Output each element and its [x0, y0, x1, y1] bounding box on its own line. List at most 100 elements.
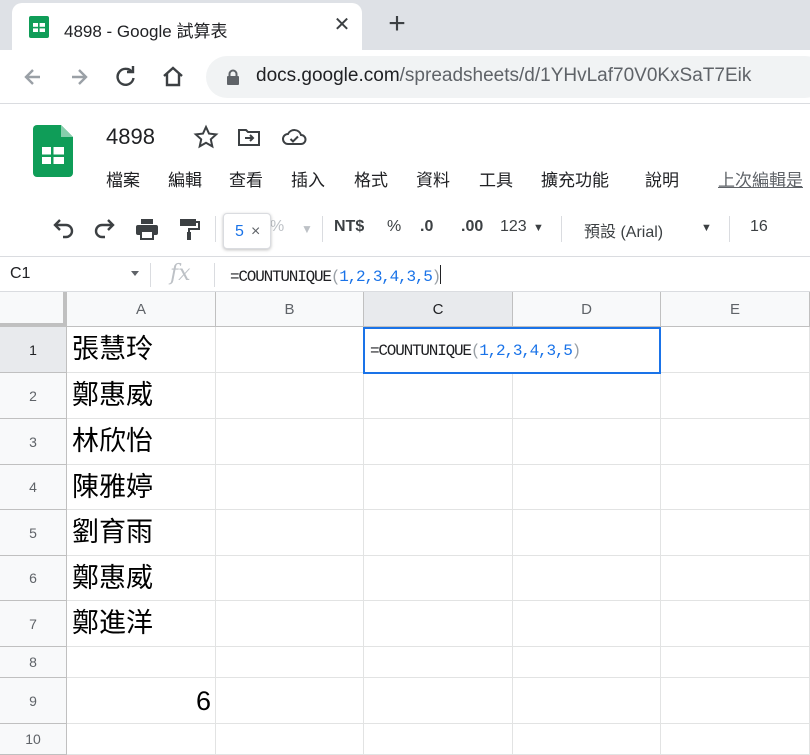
menu-format[interactable]: 格式	[354, 166, 388, 191]
row-header-3[interactable]: 3	[0, 419, 67, 465]
cell-e10[interactable]	[661, 724, 810, 755]
cell-d6[interactable]	[513, 556, 661, 601]
zoom-partial[interactable]: %	[270, 218, 284, 236]
cell-c6[interactable]	[364, 556, 513, 601]
cell-a5[interactable]: 劉育雨	[67, 517, 153, 548]
cell-e3[interactable]	[661, 419, 810, 465]
cell-d9[interactable]	[513, 678, 661, 724]
cell-d7[interactable]	[513, 601, 661, 647]
print-icon[interactable]	[134, 217, 160, 241]
cell-b10[interactable]	[216, 724, 364, 755]
cell-b4[interactable]	[216, 465, 364, 510]
column-header-d[interactable]: D	[513, 292, 661, 327]
cell-d2[interactable]	[513, 373, 661, 419]
cell-d8[interactable]	[513, 647, 661, 678]
document-title[interactable]: 4898	[106, 124, 155, 150]
cell-b3[interactable]	[216, 419, 364, 465]
chevron-down-icon[interactable]	[131, 271, 139, 276]
redo-icon[interactable]	[92, 217, 118, 241]
menu-help[interactable]: 說明	[645, 166, 679, 191]
back-icon[interactable]	[18, 62, 48, 92]
font-family-select[interactable]: 預設 (Arial)	[584, 218, 663, 242]
move-to-folder-icon[interactable]	[236, 124, 262, 150]
chevron-down-icon[interactable]: ▼	[301, 222, 313, 236]
cell-c2[interactable]	[364, 373, 513, 419]
cell-a4[interactable]: 陳雅婷	[67, 472, 153, 503]
menu-insert[interactable]: 插入	[291, 166, 325, 191]
chevron-down-icon[interactable]: ▼	[533, 222, 544, 234]
last-edit-link[interactable]: 上次編輯是	[718, 166, 803, 191]
cell-d10[interactable]	[513, 724, 661, 755]
cell-c5[interactable]	[364, 510, 513, 556]
row-header-2[interactable]: 2	[0, 373, 67, 419]
cell-b9[interactable]	[216, 678, 364, 724]
row-header-1[interactable]: 1	[0, 327, 67, 373]
decrease-decimal-button[interactable]: .0	[420, 218, 433, 236]
close-icon[interactable]: ✕	[330, 13, 354, 37]
cell-a10[interactable]	[67, 724, 216, 755]
cell-e6[interactable]	[661, 556, 810, 601]
column-header-b[interactable]: B	[216, 292, 364, 327]
cell-a8[interactable]	[67, 647, 216, 678]
sheets-logo[interactable]	[33, 125, 73, 177]
cell-d5[interactable]	[513, 510, 661, 556]
cell-e7[interactable]	[661, 601, 810, 647]
active-cell-c1[interactable]: =COUNTUNIQUE(1,2,3,4,3,5)	[363, 327, 661, 374]
cell-e1[interactable]	[661, 327, 810, 373]
paint-format-icon[interactable]	[176, 217, 202, 241]
cell-a6[interactable]: 鄭惠威	[67, 563, 153, 594]
cell-a9[interactable]: 6	[67, 678, 216, 724]
cell-c10[interactable]	[364, 724, 513, 755]
menu-edit[interactable]: 編輯	[168, 166, 202, 191]
close-icon[interactable]: ×	[251, 223, 260, 241]
increase-decimal-button[interactable]: .00	[461, 218, 483, 236]
cell-b7[interactable]	[216, 601, 364, 647]
cell-a7[interactable]: 鄭進洋	[67, 608, 153, 639]
cell-e5[interactable]	[661, 510, 810, 556]
column-header-c[interactable]: C	[364, 292, 513, 327]
cell-c4[interactable]	[364, 465, 513, 510]
browser-tab[interactable]: 4898 - Google 試算表 ✕	[12, 3, 362, 50]
plus-icon[interactable]: +	[384, 9, 410, 39]
row-header-10[interactable]: 10	[0, 724, 67, 755]
menu-data[interactable]: 資料	[416, 166, 450, 191]
cell-b6[interactable]	[216, 556, 364, 601]
cell-editor-text[interactable]: =COUNTUNIQUE(1,2,3,4,3,5)	[370, 342, 581, 360]
column-header-a[interactable]: A	[67, 292, 216, 327]
row-header-4[interactable]: 4	[0, 465, 67, 510]
formula-input[interactable]: =COUNTUNIQUE(1,2,3,4,3,5)	[230, 265, 441, 286]
forward-icon[interactable]	[64, 62, 94, 92]
cell-c3[interactable]	[364, 419, 513, 465]
cell-a3[interactable]: 林欣怡	[67, 426, 153, 457]
chevron-down-icon[interactable]: ▼	[701, 222, 712, 234]
cell-e4[interactable]	[661, 465, 810, 510]
cell-e8[interactable]	[661, 647, 810, 678]
font-size-select[interactable]: 16	[750, 218, 768, 236]
cell-e9[interactable]	[661, 678, 810, 724]
cell-c7[interactable]	[364, 601, 513, 647]
cell-a2[interactable]: 鄭惠威	[67, 380, 153, 411]
row-header-8[interactable]: 8	[0, 647, 67, 678]
spreadsheet-grid[interactable]: A B C D E 1 2 3 4 5 6 7 8 9 10 張慧玲 鄭惠威 林…	[0, 292, 810, 755]
cell-d3[interactable]	[513, 419, 661, 465]
menu-view[interactable]: 查看	[229, 166, 263, 191]
undo-icon[interactable]	[50, 217, 76, 241]
menu-extensions[interactable]: 擴充功能	[541, 166, 609, 191]
cell-b2[interactable]	[216, 373, 364, 419]
cell-b5[interactable]	[216, 510, 364, 556]
select-all-corner[interactable]	[0, 292, 67, 327]
more-formats-button[interactable]: 123	[500, 218, 527, 236]
name-box[interactable]: C1	[10, 265, 30, 283]
cell-a1[interactable]: 張慧玲	[67, 334, 153, 365]
menu-tools[interactable]: 工具	[479, 166, 513, 191]
row-header-9[interactable]: 9	[0, 678, 67, 724]
reload-icon[interactable]	[110, 62, 140, 92]
star-icon[interactable]	[193, 124, 219, 150]
menu-file[interactable]: 檔案	[106, 166, 140, 191]
currency-button[interactable]: NT$	[334, 218, 364, 236]
cell-e2[interactable]	[661, 373, 810, 419]
percent-button[interactable]: %	[387, 218, 401, 236]
row-header-5[interactable]: 5	[0, 510, 67, 556]
home-icon[interactable]	[158, 62, 188, 92]
address-bar[interactable]: docs.google.com/spreadsheets/d/1YHvLaf70…	[206, 56, 810, 98]
